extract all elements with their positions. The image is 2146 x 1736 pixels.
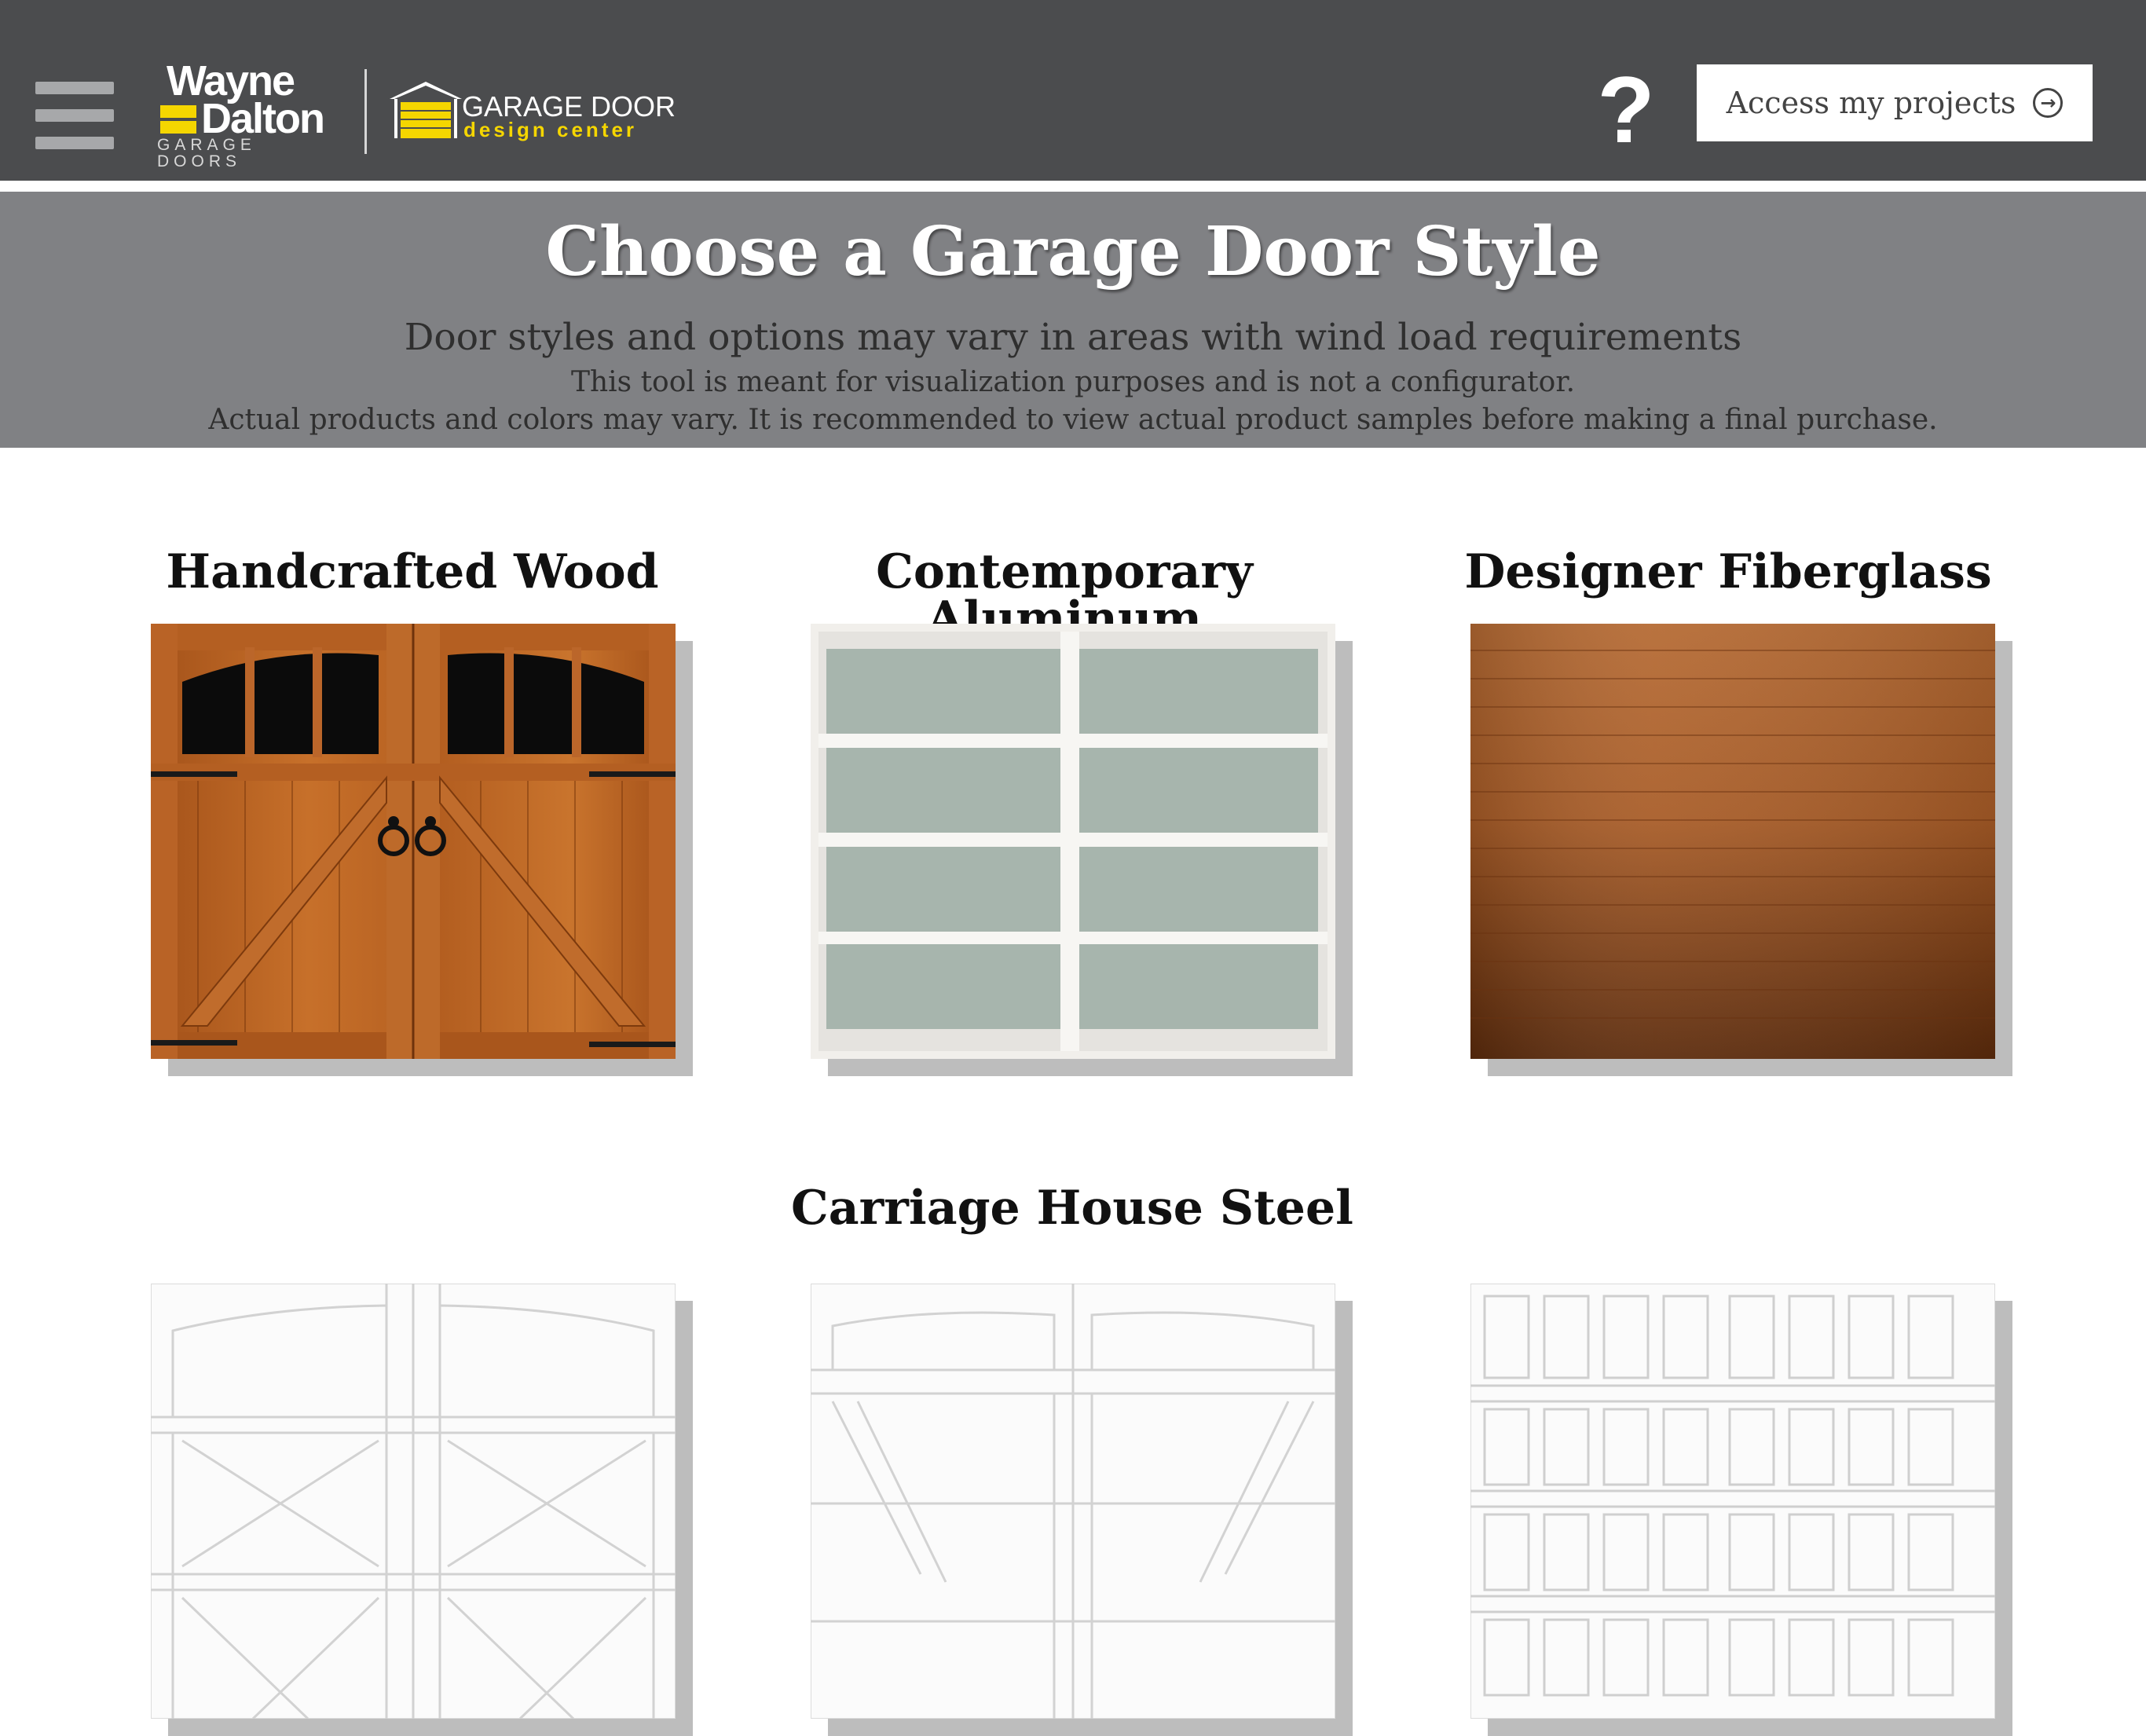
- handcrafted-wood-door-image: [151, 624, 676, 1059]
- banner-note-1: This tool is meant for visualization pur…: [570, 366, 1576, 398]
- brand-badge-icon: [160, 105, 196, 134]
- header-separator: [0, 181, 2146, 192]
- door-tile-handcrafted-wood[interactable]: [151, 624, 693, 1076]
- hamburger-menu-icon[interactable]: [35, 82, 114, 149]
- access-button-label: Access my projects: [1726, 86, 2016, 120]
- help-icon[interactable]: ?: [1595, 63, 1657, 157]
- banner-note-2: Actual products and colors may vary. It …: [208, 404, 1938, 436]
- top-navigation-bar: Wayne Dalton GARAGE DOORS GARAGE DOOR de…: [0, 0, 2146, 181]
- door-tile-carriage-steel-3[interactable]: [1470, 1284, 2012, 1736]
- arrow-right-circle-icon: →: [2033, 88, 2064, 118]
- brand-line-3: GARAGE DOORS: [157, 136, 256, 170]
- wayne-dalton-logo[interactable]: Wayne Dalton GARAGE DOORS: [157, 60, 346, 170]
- contemporary-aluminum-door-image: [811, 624, 1335, 1059]
- brand-line-2: Dalton: [201, 95, 325, 142]
- logo-divider: [364, 69, 367, 154]
- style-title-designer-fiberglass[interactable]: Designer Fiberglass: [1414, 548, 2042, 595]
- door-tile-carriage-steel-2[interactable]: [811, 1284, 1353, 1736]
- carriage-steel-door-2-image: [811, 1284, 1335, 1719]
- carriage-steel-door-1-image: [151, 1284, 676, 1719]
- door-tile-contemporary-aluminum[interactable]: [811, 624, 1353, 1076]
- door-tile-carriage-steel-1[interactable]: [151, 1284, 693, 1736]
- style-title-handcrafted-wood[interactable]: Handcrafted Wood: [102, 548, 723, 595]
- style-banner: Choose a Garage Door Style Door styles a…: [0, 192, 2146, 448]
- carriage-steel-door-3-image: [1470, 1284, 1995, 1719]
- door-tile-designer-fiberglass[interactable]: [1470, 624, 2012, 1076]
- page-title: Choose a Garage Door Style: [545, 212, 1601, 291]
- style-title-carriage-house-steel[interactable]: Carriage House Steel: [738, 1185, 1406, 1232]
- design-center-line-2: design center: [463, 118, 638, 141]
- design-center-line-1: GARAGE DOOR: [462, 90, 676, 123]
- garage-door-logo-icon: [390, 82, 462, 138]
- access-my-projects-button[interactable]: Access my projects →: [1697, 64, 2093, 141]
- banner-subtitle: Door styles and options may vary in area…: [404, 316, 1742, 359]
- designer-fiberglass-door-image: [1470, 624, 1995, 1059]
